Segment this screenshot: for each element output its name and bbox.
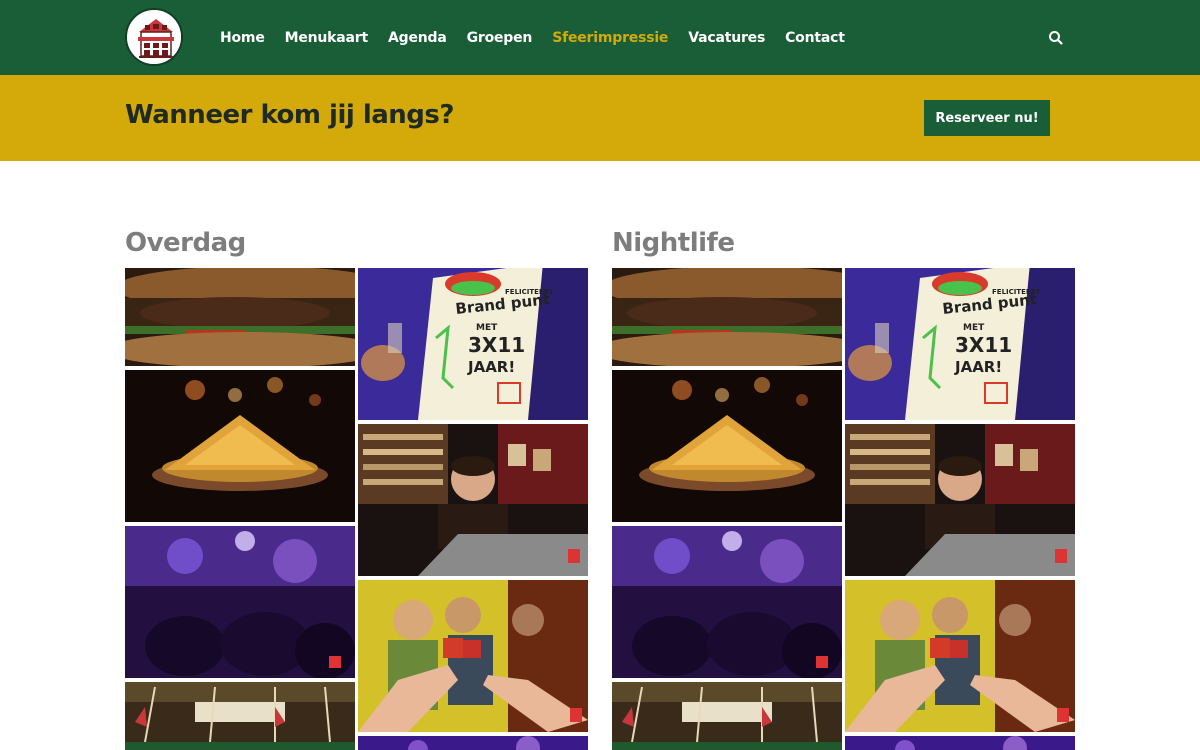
poster-line5: JAAR!: [954, 358, 1002, 376]
gallery-photo-poster[interactable]: FELICITEERT Brand punt MET 3X11 JAAR!: [845, 268, 1075, 420]
nav-contact[interactable]: Contact: [785, 30, 845, 46]
section-title-nightlife: Nightlife: [612, 228, 735, 258]
poster-line4: 3X11: [955, 333, 1012, 357]
nav-agenda[interactable]: Agenda: [388, 30, 447, 46]
gallery-photo-party-crowd[interactable]: [612, 526, 842, 678]
nav-vacatures[interactable]: Vacatures: [688, 30, 765, 46]
nav-sfeerimpressie[interactable]: Sfeerimpressie: [552, 30, 668, 46]
gallery-photo-purple-lights[interactable]: [358, 736, 588, 750]
reserve-button[interactable]: Reserveer nu!: [924, 100, 1050, 136]
poster-line3: MET: [476, 323, 498, 333]
gallery-overdag: FELICITEERT Brand punt MET 3X11 JAAR!: [125, 268, 588, 750]
gallery-photo-purple-lights[interactable]: [845, 736, 1075, 750]
gallery-photo-burger[interactable]: [125, 268, 355, 366]
gallery-photo-shots-cheers[interactable]: [845, 580, 1075, 732]
site-logo[interactable]: [125, 8, 183, 66]
reservation-title: Wanneer kom jij langs?: [125, 100, 454, 130]
nav-home[interactable]: Home: [220, 30, 265, 46]
section-title-overdag: Overdag: [125, 228, 246, 258]
poster-line5: JAAR!: [467, 358, 515, 376]
building-logo-icon: [127, 10, 181, 64]
gallery-photo-poster[interactable]: FELICITEERT Brand punt MET 3X11 JAAR!: [358, 268, 588, 420]
gallery-photo-dj[interactable]: [845, 424, 1075, 576]
gallery-photo-dj[interactable]: [358, 424, 588, 576]
site-header: Home Menukaart Agenda Groepen Sfeerimpre…: [0, 0, 1200, 75]
nav-menukaart[interactable]: Menukaart: [285, 30, 369, 46]
nav-groepen[interactable]: Groepen: [467, 30, 533, 46]
gallery-photo-building-flags[interactable]: [125, 682, 355, 750]
search-icon[interactable]: [1047, 29, 1065, 47]
main-nav: Home Menukaart Agenda Groepen Sfeerimpre…: [220, 0, 845, 75]
poster-line4: 3X11: [468, 333, 525, 357]
gallery-photo-building-flags[interactable]: [612, 682, 842, 750]
gallery-photo-shots-cheers[interactable]: [358, 580, 588, 732]
gallery-photo-burger[interactable]: [612, 268, 842, 366]
gallery-photo-fries[interactable]: [612, 370, 842, 522]
poster-line3: MET: [963, 323, 985, 333]
gallery-photo-party-crowd[interactable]: [125, 526, 355, 678]
gallery-nightlife: FELICITEERT Brand punt MET 3X11 JAAR!: [612, 268, 1075, 750]
gallery-photo-fries[interactable]: [125, 370, 355, 522]
